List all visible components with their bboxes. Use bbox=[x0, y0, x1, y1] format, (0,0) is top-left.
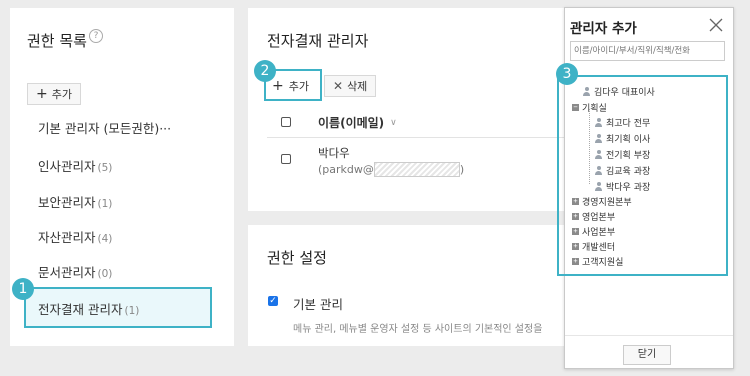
role-name: 보안관리자 bbox=[38, 195, 96, 210]
person-icon bbox=[594, 166, 603, 175]
callout-1: 1 bbox=[12, 278, 34, 300]
role-name: 문서관리자 bbox=[38, 265, 96, 280]
tree-item-manager[interactable]: 전기획 부장 bbox=[594, 148, 650, 161]
redacted-email-block bbox=[373, 162, 460, 177]
person-icon bbox=[594, 134, 603, 143]
admin-members-panel: 전자결재 관리자 + 추가 ✕ 삭제 2 이름(이메일) ∨ 박다우 (park… bbox=[248, 8, 578, 211]
tree-item-ceo[interactable]: 김다우 대표이사 bbox=[582, 85, 655, 98]
tree-item-executive[interactable]: 최고다 전무 bbox=[594, 116, 650, 129]
role-count: (5) bbox=[97, 162, 113, 174]
basic-management-label: 기본 관리 bbox=[293, 297, 343, 312]
person-icon bbox=[582, 87, 591, 96]
tree-item-management-support[interactable]: + 경영지원본부 bbox=[572, 195, 632, 208]
role-item-approval[interactable]: 전자결재 관리자 (1) bbox=[38, 299, 139, 318]
panel-title: 전자결재 관리자 bbox=[267, 32, 369, 50]
expand-icon[interactable]: + bbox=[572, 228, 579, 235]
role-count: (4) bbox=[97, 233, 113, 245]
tree-item-label: 경영지원본부 bbox=[582, 198, 632, 208]
close-icon[interactable] bbox=[708, 17, 724, 33]
chevron-down-icon: ∨ bbox=[390, 117, 397, 128]
tree-item-label: 기획실 bbox=[582, 104, 607, 114]
tree-item-customer-support[interactable]: + 고객지원실 bbox=[572, 255, 623, 268]
tree-item-label: 김다우 대표이사 bbox=[594, 88, 655, 98]
collapse-icon[interactable]: − bbox=[572, 104, 579, 111]
expand-icon[interactable]: + bbox=[572, 198, 579, 205]
person-icon bbox=[594, 182, 603, 191]
tree-item-label: 김교육 과장 bbox=[606, 167, 651, 177]
column-header-name-email[interactable]: 이름(이메일) ∨ bbox=[318, 114, 397, 131]
tree-item-label: 사업본부 bbox=[582, 228, 616, 238]
add-admin-modal: 관리자 추가 김다우 대표이사 −기획실 최고다 전무 최기획 이사 전기획 부… bbox=[557, 7, 734, 369]
role-name: 자산관리자 bbox=[38, 230, 96, 245]
modal-title: 관리자 추가 bbox=[570, 21, 637, 37]
person-icon bbox=[594, 150, 603, 159]
settings-title: 권한 설정 bbox=[267, 249, 327, 267]
delete-member-label: 삭제 bbox=[347, 80, 368, 93]
tree-item-development[interactable]: + 개발센터 bbox=[572, 240, 615, 253]
member-email-suffix: ) bbox=[459, 163, 465, 176]
expand-icon[interactable]: + bbox=[572, 258, 579, 265]
role-count: (1) bbox=[97, 198, 113, 210]
tree-item-label: 영업본부 bbox=[582, 213, 616, 223]
member-name: 박다우 bbox=[318, 146, 350, 160]
role-list-title: 권한 목록 bbox=[27, 32, 87, 50]
expand-icon[interactable]: + bbox=[572, 243, 579, 250]
permission-settings-panel: 권한 설정 ✓ 기본 관리 메뉴 관리, 메뉴별 운영자 설정 등 사이트의 기… bbox=[248, 225, 578, 346]
delete-member-button[interactable]: ✕ 삭제 bbox=[324, 75, 377, 97]
close-button[interactable]: 닫기 bbox=[623, 345, 671, 365]
callout-3: 3 bbox=[556, 63, 578, 85]
tree-connector bbox=[589, 109, 591, 184]
table-divider bbox=[267, 137, 578, 138]
select-all-checkbox[interactable] bbox=[281, 117, 291, 127]
add-member-button[interactable]: + 추가 bbox=[272, 78, 309, 94]
column-header-label: 이름(이메일) bbox=[318, 116, 385, 130]
tree-item-kim[interactable]: 김교육 과장 bbox=[594, 164, 650, 177]
row-checkbox[interactable] bbox=[281, 154, 291, 164]
expand-icon[interactable]: + bbox=[572, 213, 579, 220]
search-input[interactable] bbox=[570, 41, 725, 61]
manager-person-icon bbox=[594, 118, 603, 127]
tree-item-label: 최기획 이사 bbox=[606, 135, 651, 145]
tree-item-label: 박다우 과장 bbox=[606, 183, 651, 193]
role-item-security[interactable]: 보안관리자 (1) bbox=[38, 192, 112, 211]
help-icon[interactable]: ? bbox=[89, 29, 103, 43]
member-email: (parkdw@ ) bbox=[318, 162, 464, 177]
role-count: (1) bbox=[124, 305, 140, 317]
role-name: 인사관리자 bbox=[38, 159, 96, 174]
close-icon: ✕ bbox=[333, 79, 344, 93]
role-name: 기본 관리자 (모든권한)··· bbox=[38, 121, 172, 136]
plus-icon: + bbox=[272, 78, 284, 94]
role-item-basic[interactable]: 기본 관리자 (모든권한)··· bbox=[38, 118, 173, 137]
add-role-label: 추가 bbox=[51, 88, 72, 101]
role-item-hr[interactable]: 인사관리자 (5) bbox=[38, 156, 112, 175]
plus-icon: + bbox=[36, 86, 48, 102]
tree-item-label: 개발센터 bbox=[582, 243, 616, 253]
tree-item-label: 전기획 부장 bbox=[606, 151, 651, 161]
close-button-label: 닫기 bbox=[637, 349, 657, 360]
basic-management-description: 메뉴 관리, 메뉴별 운영자 설정 등 사이트의 기본적인 설정을 bbox=[293, 324, 543, 335]
modal-divider bbox=[565, 335, 733, 336]
role-item-asset[interactable]: 자산관리자 (4) bbox=[38, 227, 112, 246]
tree-item-sales[interactable]: + 영업본부 bbox=[572, 210, 615, 223]
tree-item-director[interactable]: 최기획 이사 bbox=[594, 132, 650, 145]
callout-2: 2 bbox=[254, 60, 276, 82]
role-item-document[interactable]: 문서관리자 (0) bbox=[38, 262, 112, 281]
basic-management-checkbox[interactable]: ✓ bbox=[268, 296, 278, 306]
tree-item-business[interactable]: + 사업본부 bbox=[572, 225, 615, 238]
role-name: 전자결재 관리자 bbox=[38, 302, 123, 317]
add-member-label: 추가 bbox=[288, 80, 309, 93]
tree-item-label: 고객지원실 bbox=[582, 258, 624, 268]
member-email-prefix: (parkdw@ bbox=[318, 163, 374, 176]
tree-item-label: 최고다 전무 bbox=[606, 119, 651, 129]
add-role-button[interactable]: + 추가 bbox=[27, 83, 81, 105]
role-count: (0) bbox=[97, 268, 113, 280]
tree-item-park[interactable]: 박다우 과장 bbox=[594, 180, 650, 193]
